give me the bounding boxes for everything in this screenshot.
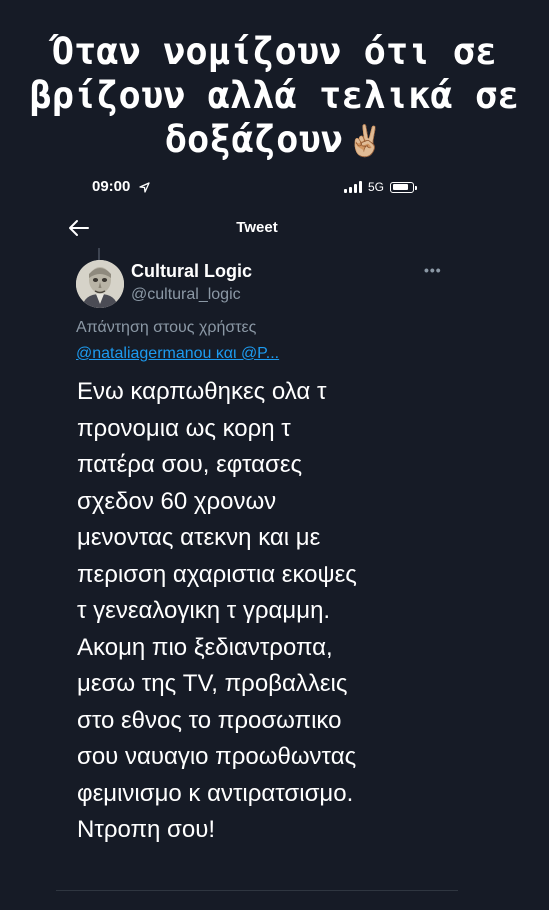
- victory-hand-emoji: ✌🏼: [346, 123, 385, 159]
- tweet-text-line: σχεδον 60 χρονων: [77, 487, 277, 515]
- header-title: Tweet: [236, 219, 278, 236]
- meme-caption-line-3: δοξάζουν ✌🏼: [0, 118, 549, 164]
- tweet-text-line: περισση αχαριστια εκοψες: [77, 560, 357, 588]
- avatar-portrait-image: [76, 260, 124, 308]
- meme-caption-line-2: βρίζουν αλλά τελικά σε: [29, 74, 520, 117]
- tweet-text-line: τ γενεαλογικη τ γραμμη.: [77, 597, 331, 624]
- network-type: 5G: [368, 180, 385, 194]
- tweet-text-line: Ντροπη σου!: [77, 816, 215, 843]
- meme-caption: Όταν νομίζουν ότι σε βρίζουν αλλά τελικά…: [0, 30, 549, 164]
- location-arrow-icon: [138, 181, 150, 193]
- reply-to-label: Απάντηση στους χρήστες: [76, 319, 257, 336]
- reply-mentions-link[interactable]: @nataliagermanou και @P...: [76, 345, 279, 363]
- more-options-icon[interactable]: •••: [424, 262, 442, 278]
- author-handle[interactable]: @cultural_logic: [131, 286, 241, 304]
- tweet-text-line: σου ναυαγιο προωθωντας: [77, 743, 357, 770]
- tweet-body: Ενω καρπωθηκες ολα τ προνομια ως κορη τ …: [77, 374, 457, 849]
- tweet-text-line: στο εθνος το προσωπικο: [77, 706, 342, 734]
- status-indicators: 5G: [344, 180, 418, 194]
- avatar[interactable]: [76, 260, 124, 308]
- tweet-text-line: μεσω της TV, προβαλλεις: [77, 670, 348, 697]
- divider: [56, 890, 458, 891]
- tweet-text-line: Ενω καρπωθηκες ολα τ: [77, 378, 327, 405]
- tweet-text-line: φεμινισμο κ αντιρατσισμο.: [77, 779, 354, 807]
- meme-caption-line-3-text: δοξάζουν: [164, 118, 343, 161]
- cellular-signal-icon: [344, 181, 362, 193]
- meme-caption-line-1: Όταν νομίζουν ότι σε: [51, 30, 498, 73]
- status-time: 09:00: [92, 178, 150, 195]
- tweet-text-line: μενοντας ατεκνη και με: [77, 524, 321, 551]
- screenshot-page: Όταν νομίζουν ότι σε βρίζουν αλλά τελικά…: [0, 0, 549, 910]
- tweet-text-line: Ακομη πιο ξεδιαντροπα,: [77, 633, 333, 661]
- tweet-text-line: προνομια ως κορη τ: [77, 414, 291, 442]
- tweet-text-line: πατέρα σου, εφτασες: [77, 451, 303, 478]
- battery-icon: [390, 181, 418, 193]
- author-name[interactable]: Cultural Logic: [131, 261, 252, 282]
- status-time-text: 09:00: [92, 178, 131, 195]
